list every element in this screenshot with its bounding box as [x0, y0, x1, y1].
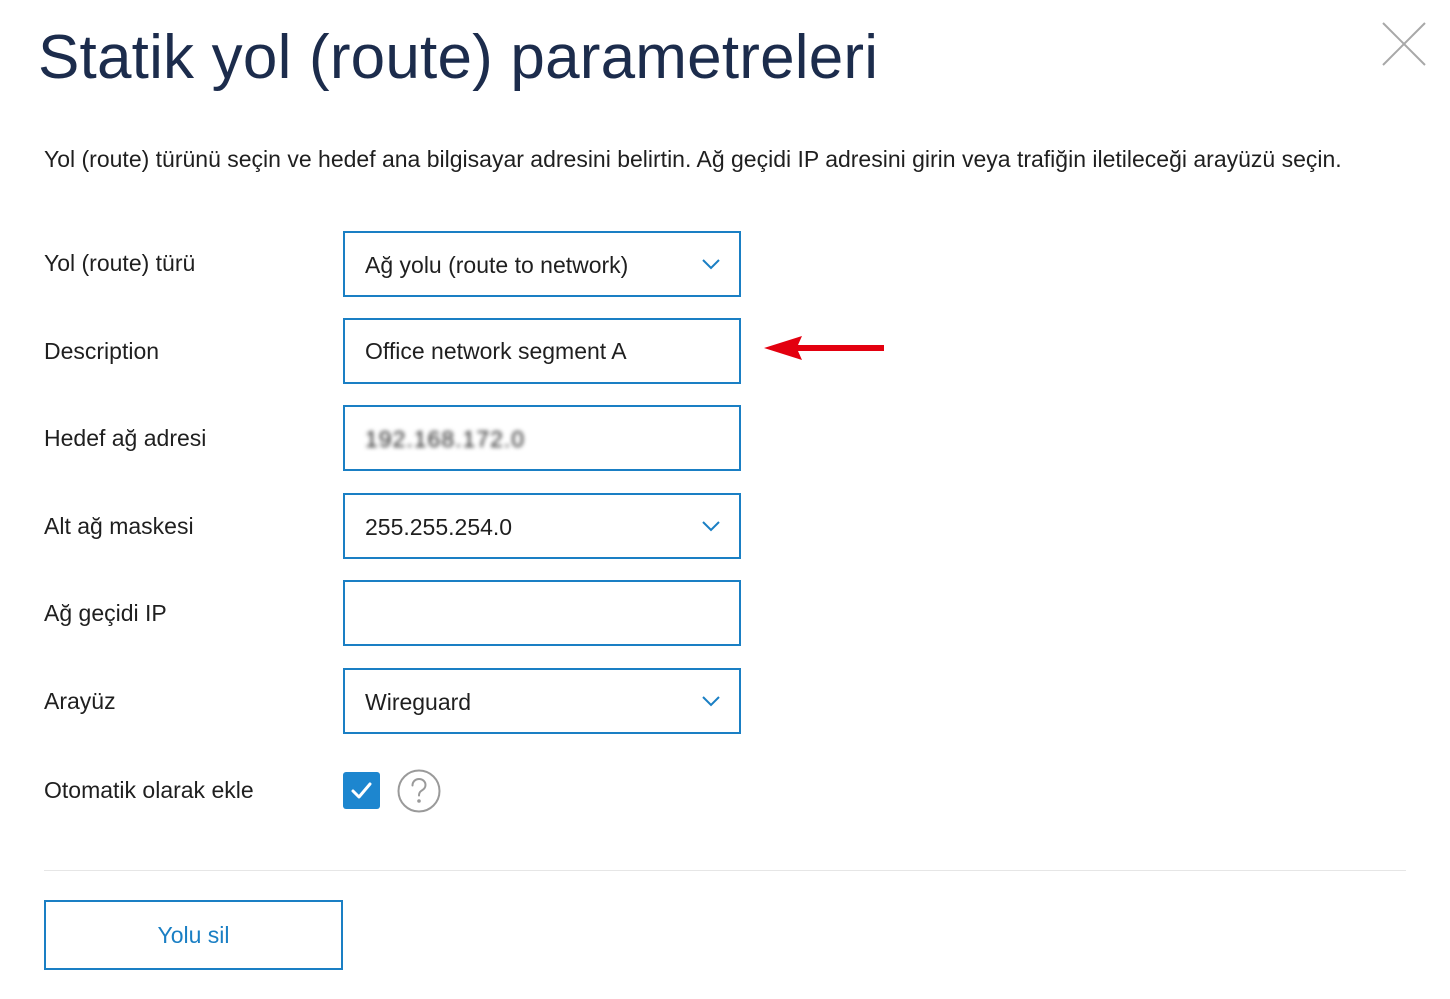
route-type-label: Yol (route) türü: [44, 250, 196, 276]
subnet-mask-value: 255.255.254.0: [365, 514, 513, 540]
delete-route-button[interactable]: Yolu sil: [44, 900, 343, 970]
gateway-input[interactable]: [345, 582, 739, 644]
divider: [44, 870, 1406, 871]
arrow-left-icon: [764, 336, 884, 360]
route-type-value: Ağ yolu (route to network): [365, 252, 629, 278]
gateway-field[interactable]: [343, 580, 741, 646]
intro-text: Yol (route) türünü seçin ve hedef ana bi…: [44, 146, 1342, 172]
chevron-down-icon: [702, 521, 720, 532]
chevron-down-icon: [702, 696, 720, 707]
check-icon: [351, 782, 372, 799]
description-field[interactable]: [343, 318, 741, 384]
close-icon[interactable]: [1380, 20, 1428, 68]
interface-label: Arayüz: [44, 688, 116, 714]
interface-value: Wireguard: [365, 689, 472, 715]
help-icon[interactable]: [397, 769, 441, 813]
interface-select[interactable]: Wireguard: [343, 668, 741, 734]
page-title: Statik yol (route) parametreleri: [38, 23, 879, 92]
gateway-label: Ağ geçidi IP: [44, 600, 167, 626]
description-label: Description: [44, 338, 160, 364]
auto-add-checkbox[interactable]: [343, 772, 380, 809]
chevron-down-icon: [702, 259, 720, 270]
subnet-mask-select[interactable]: 255.255.254.0: [343, 493, 741, 559]
description-input[interactable]: [345, 320, 739, 382]
subnet-mask-label: Alt ağ maskesi: [44, 513, 194, 539]
destination-label: Hedef ağ adresi: [44, 425, 207, 451]
static-route-dialog: Statik yol (route) parametreleri Yol (ro…: [0, 0, 1450, 999]
auto-add-label: Otomatik olarak ekle: [44, 777, 254, 803]
destination-value: 192.168.172.0: [365, 426, 526, 452]
destination-field[interactable]: 192.168.172.0: [343, 405, 741, 471]
route-type-select[interactable]: Ağ yolu (route to network): [343, 231, 741, 297]
